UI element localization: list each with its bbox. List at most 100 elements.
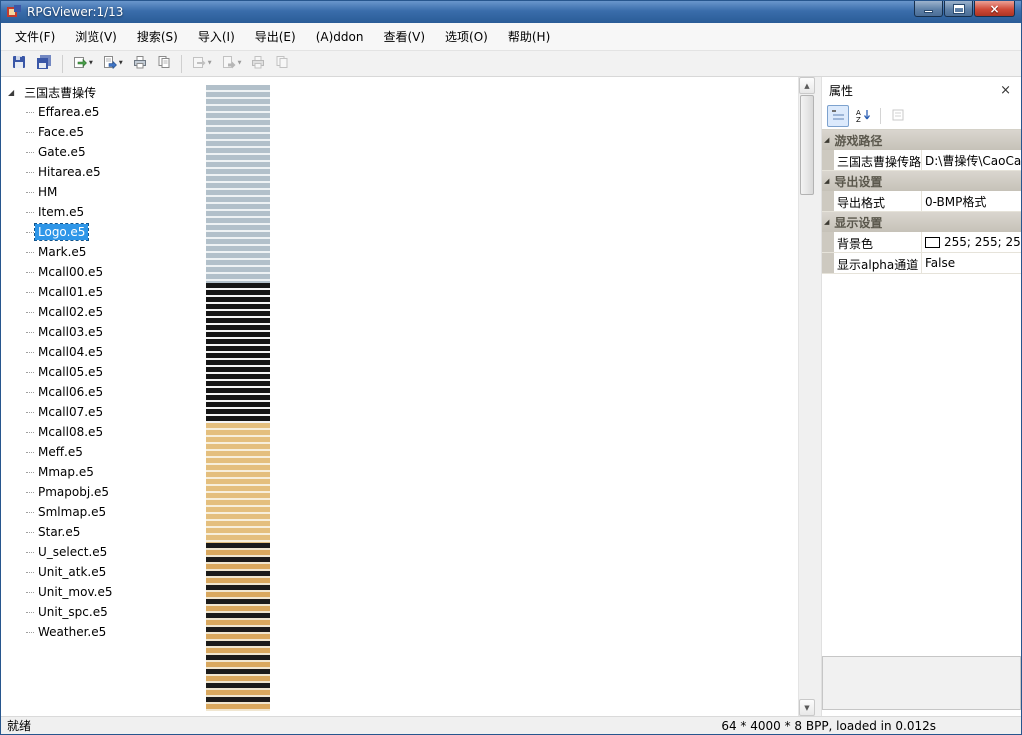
tree-item[interactable]: Mcall08.e5	[1, 422, 201, 442]
close-button[interactable]: ×	[974, 1, 1015, 17]
menu-item-export[interactable]: 导出(E)	[245, 23, 306, 50]
tree-item[interactable]: Star.e5	[1, 522, 201, 542]
menu-item-view[interactable]: 查看(V)	[373, 23, 435, 50]
category-export-settings[interactable]: ◢ 导出设置	[822, 171, 1021, 191]
collapse-arrow-icon: ◢	[824, 136, 829, 144]
scroll-down-button[interactable]: ▼	[799, 699, 815, 716]
print-preview-icon	[275, 55, 289, 72]
categorized-icon	[831, 108, 845, 125]
export-dropdown-button-disabled[interactable]: ▼	[217, 53, 247, 75]
tree-item[interactable]: Hitarea.e5	[1, 162, 201, 182]
app-icon	[6, 4, 22, 20]
game-path-value[interactable]: D:\曹操传\CaoCa	[922, 150, 1021, 170]
save-all-button[interactable]	[31, 53, 57, 75]
tree-item[interactable]: Mcall05.e5	[1, 362, 201, 382]
property-grid: ◢ 游戏路径 三国志曹操传路 D:\曹操传\CaoCa ◢ 导出设置 导出格式 …	[822, 129, 1021, 274]
tree-item[interactable]: HM	[1, 182, 201, 202]
menu-item-help[interactable]: 帮助(H)	[498, 23, 560, 50]
category-strip	[822, 232, 834, 252]
print-preview-button[interactable]	[152, 53, 176, 75]
tree-item[interactable]: Weather.e5	[1, 622, 201, 642]
prop-row-game-path[interactable]: 三国志曹操传路 D:\曹操传\CaoCa	[822, 150, 1021, 171]
tree-item[interactable]: Effarea.e5	[1, 102, 201, 122]
export-format-value[interactable]: 0-BMP格式	[922, 191, 1021, 211]
alpha-channel-value[interactable]: False	[922, 253, 1021, 273]
minimize-icon	[924, 10, 933, 13]
menu-item-options[interactable]: 选项(O)	[435, 23, 498, 50]
minimize-button[interactable]	[914, 1, 943, 17]
menu-item-browse[interactable]: 浏览(V)	[65, 23, 127, 50]
image-viewport[interactable]: ▲ ▼	[201, 77, 815, 716]
tree-item[interactable]: Unit_spc.e5	[1, 602, 201, 622]
properties-close-button[interactable]: ×	[997, 83, 1014, 98]
prop-row-alpha-channel[interactable]: 显示alpha通道 False	[822, 253, 1021, 274]
category-strip	[822, 150, 834, 170]
print-button[interactable]	[128, 53, 152, 75]
export-dropdown-button[interactable]: ▼	[98, 53, 128, 75]
property-pages-icon	[891, 108, 905, 125]
tree-item[interactable]: Mcall01.e5	[1, 282, 201, 302]
alphabetical-sort-button[interactable]: AZ	[852, 105, 874, 127]
maximize-button[interactable]	[944, 1, 973, 17]
tree-item[interactable]: Unit_atk.e5	[1, 562, 201, 582]
print-icon	[133, 55, 147, 72]
chevron-down-icon: ▼	[89, 61, 93, 66]
tree-item[interactable]: Mcall00.e5	[1, 262, 201, 282]
tree-item[interactable]: U_select.e5	[1, 542, 201, 562]
scroll-up-button[interactable]: ▲	[799, 77, 815, 94]
open-dropdown-button[interactable]: ▼	[68, 53, 98, 75]
tree-item-selected[interactable]: Logo.e5	[1, 222, 201, 242]
tree-item[interactable]: Item.e5	[1, 202, 201, 222]
property-pages-button[interactable]	[887, 105, 909, 127]
tree-root[interactable]: ◢ 三国志曹操传	[1, 82, 201, 102]
menu-item-addon[interactable]: (A)ddon	[306, 25, 374, 49]
menu-item-import[interactable]: 导入(I)	[188, 23, 245, 50]
categorized-view-button[interactable]	[827, 105, 849, 127]
collapse-arrow-icon: ◢	[824, 218, 829, 226]
tree-item[interactable]: Mcall07.e5	[1, 402, 201, 422]
expand-arrow-icon[interactable]: ◢	[8, 88, 14, 97]
menu-item-file[interactable]: 文件(F)	[5, 23, 65, 50]
export-dropdown-icon	[222, 55, 236, 72]
tree-item[interactable]: Pmapobj.e5	[1, 482, 201, 502]
tree-item[interactable]: Mcall04.e5	[1, 342, 201, 362]
color-swatch	[925, 237, 940, 248]
toolbar-separator	[62, 55, 63, 73]
close-icon: ×	[989, 3, 999, 15]
tree-item[interactable]: Unit_mov.e5	[1, 582, 201, 602]
category-display-settings[interactable]: ◢ 显示设置	[822, 212, 1021, 232]
tree-item[interactable]: Meff.e5	[1, 442, 201, 462]
category-game-path[interactable]: ◢ 游戏路径	[822, 130, 1021, 150]
tree-item[interactable]: Gate.e5	[1, 142, 201, 162]
print-button-disabled[interactable]	[246, 53, 270, 75]
window-controls: ×	[914, 1, 1015, 17]
tree-item[interactable]: Mcall03.e5	[1, 322, 201, 342]
collapse-arrow-icon: ◢	[824, 177, 829, 185]
category-strip	[822, 253, 834, 273]
open-dropdown-icon	[192, 55, 206, 72]
open-dropdown-button-disabled[interactable]: ▼	[187, 53, 217, 75]
tree-item[interactable]: Mcall06.e5	[1, 382, 201, 402]
status-image-info: 64 * 4000 * 8 BPP, loaded in 0.012s	[721, 719, 936, 733]
chevron-down-icon: ▼	[208, 61, 212, 66]
tree-item[interactable]: Mcall02.e5	[1, 302, 201, 322]
prop-row-export-format[interactable]: 导出格式 0-BMP格式	[822, 191, 1021, 212]
save-button[interactable]	[7, 53, 31, 75]
menu-item-search[interactable]: 搜索(S)	[127, 23, 188, 50]
status-bar: 就绪 64 * 4000 * 8 BPP, loaded in 0.012s	[1, 716, 1021, 734]
toolbar: ▼ ▼ ▼ ▼	[1, 51, 1021, 77]
prop-row-background-color[interactable]: 背景色 255; 255; 255	[822, 232, 1021, 253]
tree-item[interactable]: Mmap.e5	[1, 462, 201, 482]
background-color-value[interactable]: 255; 255; 255	[922, 232, 1021, 252]
tree-item[interactable]: Mark.e5	[1, 242, 201, 262]
print-preview-button-disabled[interactable]	[270, 53, 294, 75]
sort-az-icon: AZ	[856, 108, 871, 125]
scrollbar-thumb[interactable]	[800, 95, 814, 195]
properties-toolbar: AZ	[822, 103, 1021, 129]
tree-item[interactable]: Face.e5	[1, 122, 201, 142]
properties-header: 属性 ×	[822, 77, 1021, 103]
vertical-scrollbar[interactable]: ▲ ▼	[798, 77, 815, 716]
tree-item[interactable]: Smlmap.e5	[1, 502, 201, 522]
save-all-icon	[36, 55, 52, 72]
title-bar[interactable]: RPGViewer:1/13 ×	[1, 1, 1021, 23]
